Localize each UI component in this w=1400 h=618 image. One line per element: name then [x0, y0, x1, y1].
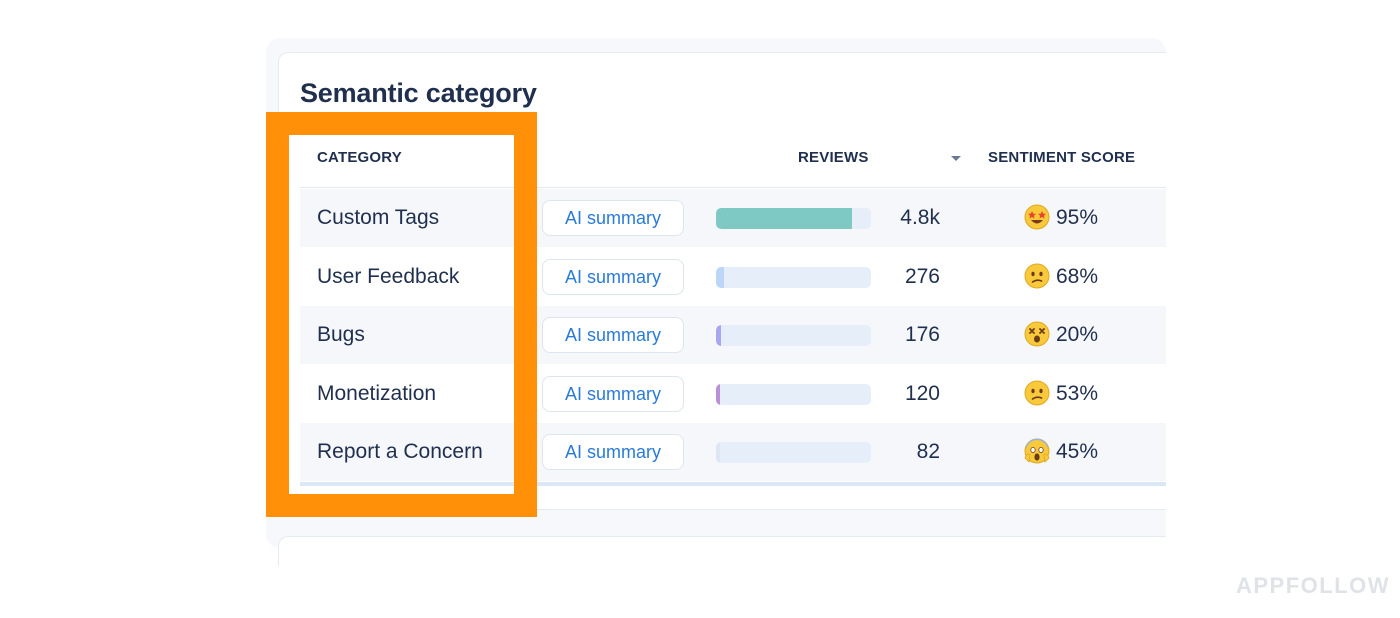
- ai-summary-button[interactable]: AI summary: [542, 376, 684, 412]
- header-divider: [300, 187, 1166, 188]
- sort-descending-icon[interactable]: [951, 156, 961, 161]
- reviews-bar-fill: [716, 384, 720, 405]
- sentiment-score: 53%: [1056, 382, 1099, 405]
- reviews-bar-fill: [716, 325, 721, 346]
- table-row[interactable]: Report a Concern AI summary 82 45%: [300, 423, 1166, 481]
- watermark-logo: APPFOLLOW: [1236, 573, 1391, 598]
- category-name[interactable]: Bugs: [317, 323, 365, 347]
- ai-summary-button[interactable]: AI summary: [542, 200, 684, 236]
- category-name[interactable]: Report a Concern: [317, 440, 483, 464]
- sentiment-score: 95%: [1056, 206, 1099, 229]
- page-title: Semantic category: [300, 78, 537, 108]
- ai-summary-button[interactable]: AI summary: [542, 317, 684, 353]
- ai-summary-button[interactable]: AI summary: [542, 259, 684, 295]
- reviews-bar: [716, 325, 871, 346]
- category-name[interactable]: Monetization: [317, 382, 436, 406]
- category-name[interactable]: User Feedback: [317, 265, 459, 289]
- category-name[interactable]: Custom Tags: [317, 206, 439, 230]
- table-row[interactable]: User Feedback AI summary 276 68%: [300, 248, 1166, 306]
- reviews-count: 4.8k: [900, 206, 940, 229]
- reviews-bar-fill: [716, 208, 852, 229]
- reviews-count: 82: [916, 440, 940, 463]
- dizzy-emoji: [1024, 321, 1050, 347]
- sentiment-score: 45%: [1056, 440, 1099, 463]
- confused-emoji: [1024, 380, 1050, 406]
- column-header-reviews[interactable]: REVIEWS: [798, 149, 869, 166]
- sentiment-score: 20%: [1056, 323, 1099, 346]
- reviews-bar: [716, 208, 871, 229]
- reviews-count: 120: [904, 382, 940, 405]
- table-row[interactable]: Bugs AI summary 176 20%: [300, 306, 1166, 364]
- reviews-bar-fill: [716, 442, 720, 463]
- column-header-sentiment-score[interactable]: SENTIMENT SCORE: [988, 149, 1135, 166]
- confused-emoji: [1024, 263, 1050, 289]
- reviews-count: 176: [904, 323, 940, 346]
- next-panel: [278, 536, 1166, 566]
- reviews-bar-fill: [716, 267, 724, 288]
- reviews-bar: [716, 384, 871, 405]
- star-struck-emoji: [1024, 204, 1050, 230]
- ai-summary-button[interactable]: AI summary: [542, 434, 684, 470]
- column-header-category[interactable]: CATEGORY: [317, 149, 402, 166]
- screaming-emoji: [1024, 438, 1050, 464]
- sentiment-score: 68%: [1056, 265, 1099, 288]
- reviews-count: 276: [904, 265, 940, 288]
- reviews-bar: [716, 442, 871, 463]
- table-row[interactable]: Custom Tags AI summary 4.8k 95%: [300, 189, 1166, 247]
- horizontal-scrollbar[interactable]: [300, 482, 1166, 486]
- table-row[interactable]: Monetization AI summary 120 53%: [300, 365, 1166, 423]
- reviews-bar: [716, 267, 871, 288]
